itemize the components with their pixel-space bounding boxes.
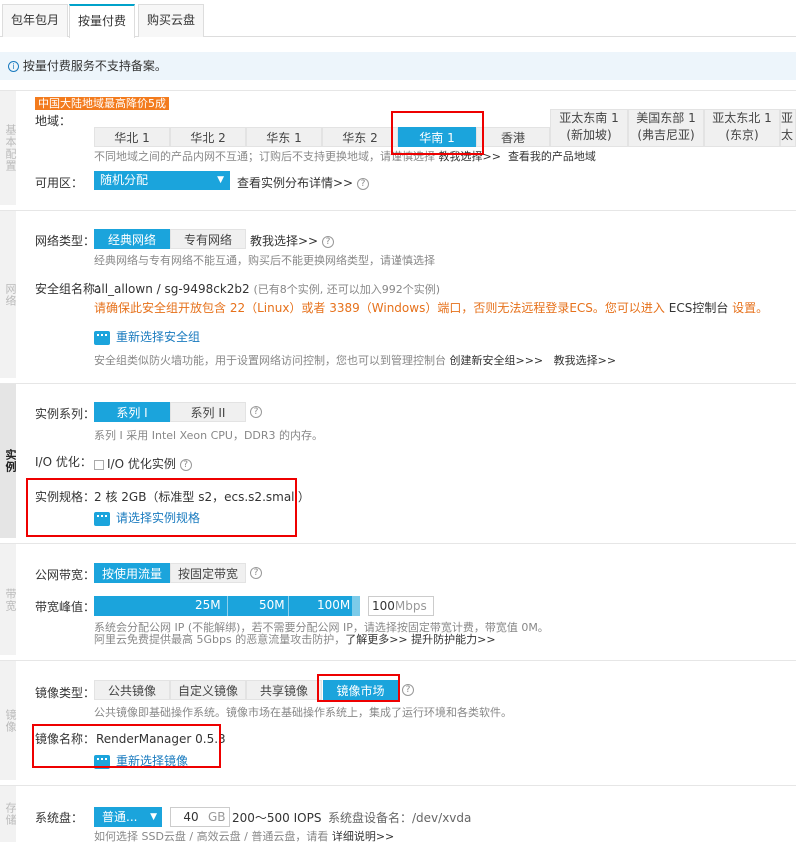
help-icon[interactable]: ? [321,235,334,248]
help-icon[interactable]: ? [250,405,262,418]
section-label-image: 镜像 [0,661,17,780]
upgrade-link[interactable]: 提升防护能力>> [411,633,495,646]
help-icon[interactable]: ? [250,566,262,579]
sg-desc: 安全组类似防火墙功能，用于设置网络访问控制，您也可以到管理控制台 创建新安全组>… [94,354,617,367]
section-label-network: 网络 [0,211,17,378]
network-desc: 经典网络与专有网络不能互通，购买后不能更换网络类型，请谨慎选择 [94,254,435,267]
region-huadong2[interactable]: 华东 2 [322,127,398,147]
disk-device: 系统盘设备名：/dev/xvda [328,811,472,825]
disk-iops: 200～500 IOPS [232,811,322,825]
image-type-label: 镜像类型： [35,686,96,700]
section-label-basic: 基本配置 [0,91,17,205]
zone-detail-link[interactable]: 查看实例分布详情>> ? [237,174,369,191]
bandwidth-desc2: 阿里云免费提供最高 5Gbps 的恶意流量攻击防护，了解更多>> 提升防护能力>… [94,633,496,646]
sg-help-link[interactable]: 教我选择>> [554,354,616,367]
series-label: 实例系列： [35,407,96,421]
disk-size-input[interactable]: 40 GB [170,807,230,827]
highlight-spec [26,478,297,537]
io-checkbox[interactable]: I/O 优化实例 ? [94,455,192,472]
highlight-market [317,674,400,702]
region-label: 地域： [35,114,72,128]
bw-by-traffic[interactable]: 按使用流量 [94,563,170,583]
highlight-region [391,111,484,155]
region-tokyo[interactable]: 亚太东北 1 (东京) [704,109,780,147]
network-type-label: 网络类型： [35,234,96,248]
tab-monthly[interactable]: 包年包月 [2,4,69,37]
slider-divider [227,596,228,616]
slider-divider [288,596,289,616]
bandwidth-label: 公网带宽： [35,568,96,582]
disk-detail-link[interactable]: 详细说明>> [332,830,394,843]
notice-text: 按量付费服务不支持备案。 [22,59,167,73]
image-custom[interactable]: 自定义镜像 [170,680,246,700]
system-disk-label: 系统盘： [35,811,84,825]
network-classic[interactable]: 经典网络 [94,229,170,249]
network-help-link[interactable]: 教我选择>> ? [250,232,334,249]
setting-link[interactable]: 设置。 [732,301,768,315]
notice-bar: i 按量付费服务不支持备案。 [0,52,796,80]
help-icon[interactable]: ? [356,177,369,190]
checkbox-icon [94,459,104,470]
zone-label: 可用区： [35,176,84,190]
promo-badge: 中国大陆地域最高降价5成 [35,97,169,110]
region-more[interactable]: 亚太 [780,109,796,147]
ecs-console-link[interactable]: ECS控制台 [669,301,729,315]
tab-bar: 包年包月 按量付费 购买云盘 [0,0,796,38]
image-desc: 公共镜像即基础操作系统。镜像市场在基础操作系统上，集成了运行环境和各类软件。 [94,706,512,719]
info-icon: i [8,61,19,72]
image-public[interactable]: 公共镜像 [94,680,170,700]
disk-type-select[interactable]: 普通... ▼ [94,807,162,827]
region-singapore[interactable]: 亚太东南 1 (新加坡) [550,109,628,147]
reselect-sg-button[interactable]: 重新选择安全组 [94,328,200,345]
tab-buy-disk[interactable]: 购买云盘 [138,4,205,37]
region-huadong1[interactable]: 华东 1 [246,127,322,147]
region-virginia[interactable]: 美国东部 1 (弗吉尼亚) [628,109,704,147]
sg-warning: 请确保此安全组开放包含 22（Linux）或者 3389（Windows）端口，… [94,301,769,315]
mark-50m: 50M [259,598,285,612]
zone-select[interactable]: 随机分配 ▼ [94,171,230,190]
bandwidth-input[interactable]: 100Mbps [368,596,434,616]
mark-100m: 100M [317,598,351,612]
help-icon[interactable]: ? [402,683,414,696]
create-sg-link[interactable]: 创建新安全组>>> [450,354,544,367]
learn-more-link[interactable]: 了解更多>> [345,633,407,646]
mark-25m: 25M [195,598,221,612]
caret-down-icon: ▼ [217,175,224,185]
section-label-instance: 实例 [0,384,17,538]
region-huabei2[interactable]: 华北 2 [170,127,246,147]
help-icon[interactable]: ? [179,458,192,471]
my-region-link[interactable]: 查看我的产品地域 [508,150,596,163]
network-vpc[interactable]: 专有网络 [170,229,246,249]
highlight-image [32,724,221,768]
caret-down-icon: ▼ [150,812,157,822]
section-label-bandwidth: 带宽 [0,544,17,655]
series-1[interactable]: 系列 I [94,402,170,422]
tab-pay-as-you-go[interactable]: 按量付费 [69,4,136,38]
peak-label: 带宽峰值： [35,600,96,614]
region-huabei1[interactable]: 华北 1 [94,127,170,147]
io-label: I/O 优化： [35,455,92,469]
list-icon [94,330,110,345]
region-desc: 不同地域之间的产品内网不互通；订购后不支持更换地域，请谨慎选择 教我选择>> 查… [94,150,596,163]
bw-fixed[interactable]: 按固定带宽 [170,563,246,583]
region-hongkong[interactable]: 香港 [476,127,550,147]
section-label-storage: 存储 [0,786,17,842]
slider-handle[interactable] [352,596,360,616]
series-2[interactable]: 系列 II [170,402,246,422]
image-shared[interactable]: 共享镜像 [246,680,322,700]
sg-value: all_allown / sg-9498ck2b2 (已有8个实例, 还可以加入… [94,282,441,296]
series-desc: 系列 I 采用 Intel Xeon CPU，DDR3 的内存。 [94,429,324,442]
